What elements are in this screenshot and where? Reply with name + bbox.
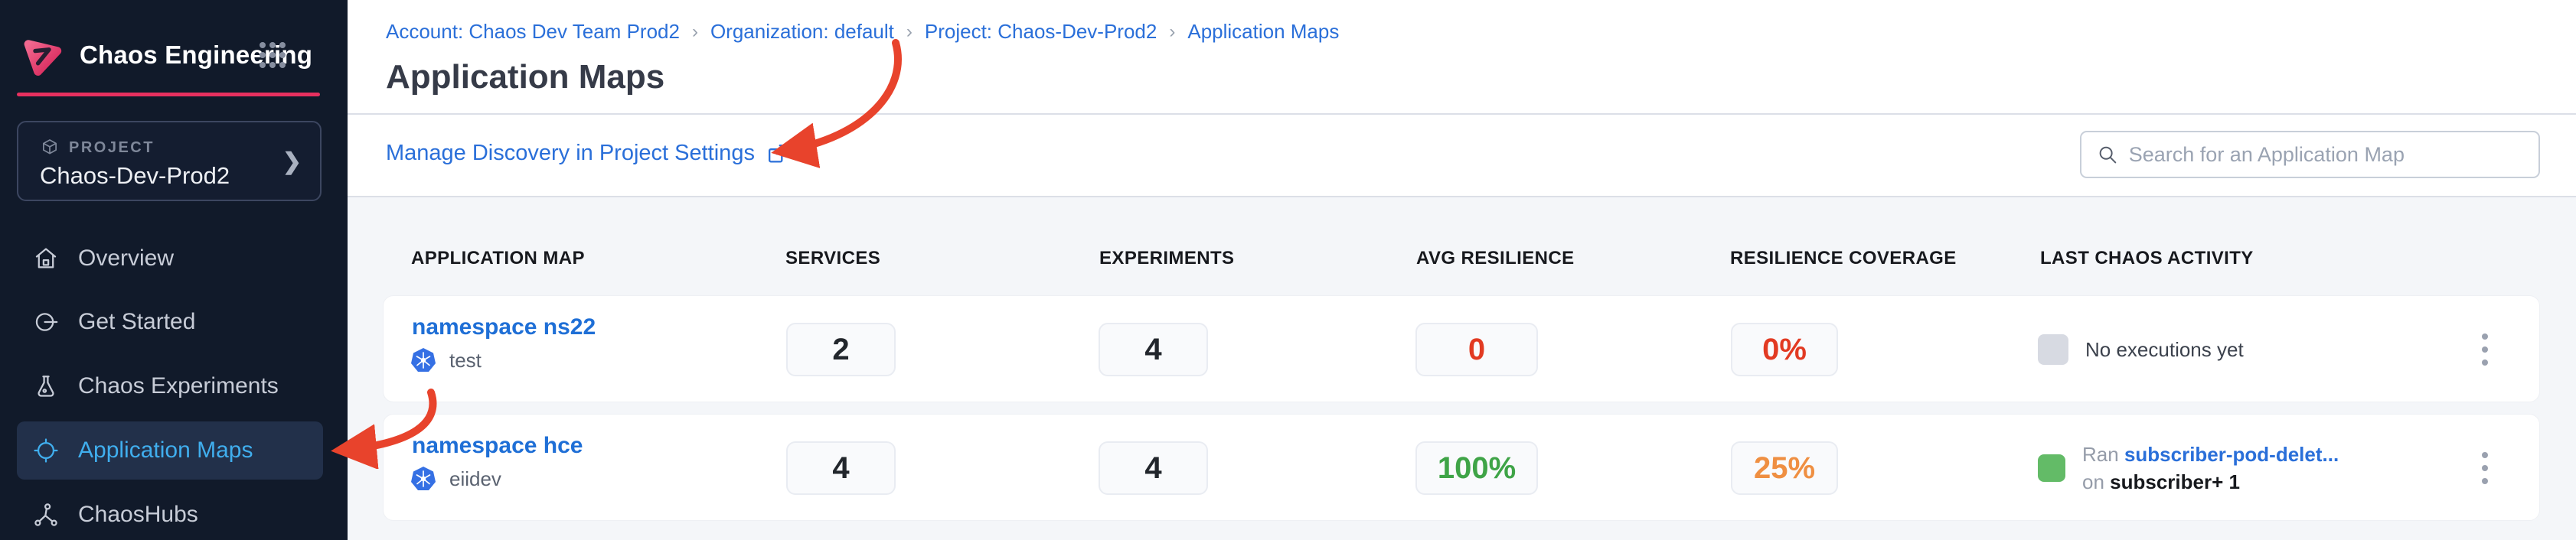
sidebar-item-label: Overview [78, 246, 174, 272]
sidebar-item-label: ChaosHubs [78, 502, 198, 528]
sidebar-item-label: Application Maps [78, 438, 253, 464]
application-map-link[interactable]: namespace ns22 [412, 314, 596, 340]
sidebar: Chaos Engineering PROJECT Chaos-Dev-Prod… [0, 0, 348, 540]
external-link-icon [766, 142, 789, 165]
experiments-count: 4 [1099, 323, 1208, 376]
last-chaos-activity: Ran subscriber-pod-delet... on subscribe… [2038, 415, 2339, 522]
activity-ran-label: Ran [2082, 443, 2119, 466]
page-title: Application Maps [386, 58, 664, 96]
activity-status-swatch [2038, 454, 2065, 482]
project-label: PROJECT [69, 139, 155, 157]
sidebar-item-label: Get Started [78, 309, 195, 335]
sidebar-item-chaos-experiments[interactable]: Chaos Experiments [17, 357, 323, 415]
breadcrumb-separator: › [906, 21, 913, 43]
project-name: Chaos-Dev-Prod2 [40, 162, 230, 190]
logo-row: Chaos Engineering [21, 31, 328, 80]
sidebar-item-chaoshubs[interactable]: ChaosHubs [17, 486, 323, 540]
row-menu-kebab-icon[interactable] [2466, 296, 2504, 403]
project-selector[interactable]: PROJECT Chaos-Dev-Prod2 ❯ [17, 121, 322, 201]
search-input[interactable] [2129, 143, 2523, 167]
table-header-row: APPLICATION MAP SERVICES EXPERIMENTS AVG… [348, 248, 2576, 271]
resilience-coverage-value: 0% [1731, 323, 1838, 376]
sidebar-item-get-started[interactable]: Get Started [17, 293, 323, 351]
brand-divider [17, 93, 320, 96]
toolbar: Manage Discovery in Project Settings [348, 115, 2576, 197]
get-started-icon [32, 308, 60, 336]
breadcrumb: Account: Chaos Dev Team Prod2 › Organiza… [386, 20, 1339, 44]
application-maps-page: { "sidebar": { "app_title": "Chaos Engin… [0, 0, 2576, 540]
activity-experiment-link[interactable]: subscriber-pod-delet... [2124, 443, 2339, 466]
breadcrumb-separator: › [1169, 21, 1175, 43]
col-last-chaos-activity: LAST CHAOS ACTIVITY [2040, 248, 2254, 269]
breadcrumb-current[interactable]: Application Maps [1187, 20, 1339, 44]
col-avg-resilience: AVG RESILIENCE [1416, 248, 1575, 269]
harness-logo-icon [21, 34, 63, 76]
activity-target: subscriber+ 1 [2110, 470, 2240, 493]
sidebar-item-application-maps[interactable]: Application Maps [17, 421, 323, 480]
services-count: 4 [786, 441, 896, 495]
hub-network-icon [32, 501, 60, 529]
activity-text: No executions yet [2085, 338, 2244, 362]
chevron-right-icon: ❯ [282, 148, 302, 175]
table-row[interactable]: namespace ns22 test 2 4 0 0% [383, 295, 2540, 402]
flask-icon [32, 372, 60, 400]
avg-resilience-value: 0 [1415, 323, 1538, 376]
search-box [2080, 131, 2540, 178]
services-count: 2 [786, 323, 896, 376]
cube-icon [40, 138, 60, 158]
sidebar-item-label: Chaos Experiments [78, 373, 279, 399]
main-content: Account: Chaos Dev Team Prod2 › Organiza… [348, 0, 2576, 540]
avg-resilience-value: 100% [1415, 441, 1538, 495]
home-icon [32, 245, 60, 272]
map-environment-label: eiidev [449, 467, 501, 491]
row-menu-kebab-icon[interactable] [2466, 415, 2504, 522]
experiments-count: 4 [1099, 441, 1208, 495]
search-icon [2097, 143, 2118, 166]
resilience-coverage-value: 25% [1731, 441, 1838, 495]
application-maps-table: APPLICATION MAP SERVICES EXPERIMENTS AVG… [348, 197, 2576, 540]
kubernetes-icon [410, 465, 437, 493]
map-subtitle-row: eiidev [410, 465, 501, 493]
module-grid-icon[interactable] [257, 40, 288, 70]
breadcrumb-organization[interactable]: Organization: default [710, 20, 894, 44]
page-header: Account: Chaos Dev Team Prod2 › Organiza… [348, 0, 2576, 115]
col-services: SERVICES [785, 248, 880, 269]
target-icon [32, 437, 60, 464]
breadcrumb-account[interactable]: Account: Chaos Dev Team Prod2 [386, 20, 680, 44]
breadcrumb-separator: › [692, 21, 698, 43]
sidebar-item-overview[interactable]: Overview [17, 229, 323, 288]
last-chaos-activity: No executions yet [2038, 296, 2244, 403]
col-resilience-coverage: RESILIENCE COVERAGE [1730, 248, 1957, 269]
breadcrumb-project[interactable]: Project: Chaos-Dev-Prod2 [925, 20, 1157, 44]
activity-on-label: on [2082, 470, 2104, 493]
manage-discovery-label: Manage Discovery in Project Settings [386, 141, 755, 166]
table-row[interactable]: namespace hce eiidev 4 4 100% 25% [383, 414, 2540, 521]
col-experiments: EXPERIMENTS [1099, 248, 1234, 269]
col-application-map: APPLICATION MAP [411, 248, 585, 269]
kubernetes-icon [410, 346, 437, 374]
activity-status-swatch [2038, 334, 2068, 365]
application-map-link[interactable]: namespace hce [412, 433, 583, 459]
map-environment-label: test [449, 349, 482, 372]
manage-discovery-link[interactable]: Manage Discovery in Project Settings [386, 141, 789, 166]
map-subtitle-row: test [410, 346, 482, 374]
